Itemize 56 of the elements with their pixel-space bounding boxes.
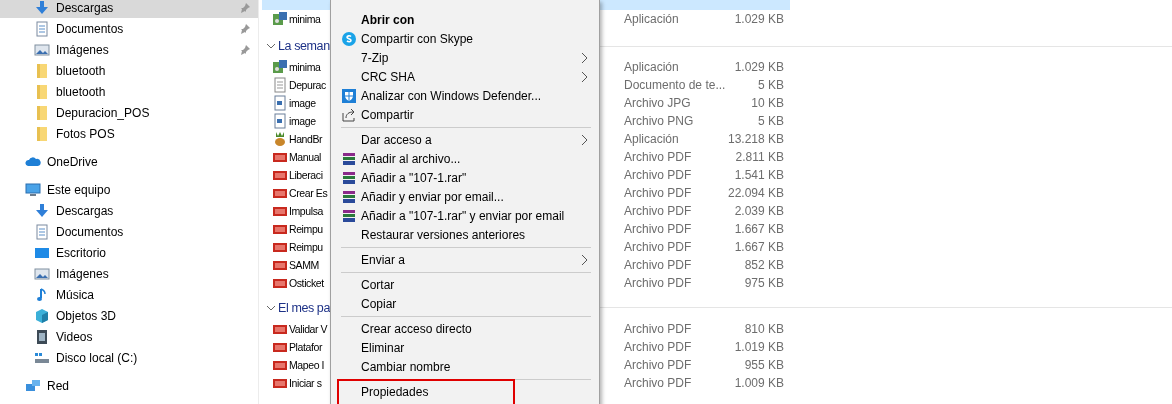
- file-size: 1.667 KB: [733, 222, 784, 236]
- file-size: 1.029 KB: [733, 60, 784, 74]
- file-name: Liberaci: [288, 169, 324, 181]
- file-size: 1.667 KB: [733, 240, 784, 254]
- file-size: 10 KB: [750, 96, 784, 110]
- file-type: Archivo PDF: [624, 186, 693, 200]
- file-size: 13.218 KB: [728, 132, 784, 146]
- file-name: Validar V: [288, 323, 329, 335]
- file-name: Impulsa: [288, 205, 325, 217]
- file-name: Platafor: [288, 341, 324, 353]
- group-header: El mes pa: [277, 300, 330, 315]
- file-type: Aplicación: [624, 60, 680, 74]
- file-size: 955 KB: [743, 358, 784, 372]
- file-type: Archivo PDF: [624, 376, 693, 390]
- file-type: Archivo PDF: [624, 276, 693, 290]
- file-type: Documento de te...: [624, 78, 727, 92]
- file-name: Reimpu: [288, 241, 324, 253]
- file-name: HandBr: [288, 133, 324, 145]
- file-name: image: [288, 97, 317, 109]
- file-type: Archivo PDF: [624, 222, 693, 236]
- file-name: minima: [288, 61, 322, 73]
- file-type: Archivo PNG: [624, 114, 695, 128]
- file-name: Depurac: [288, 79, 327, 91]
- file-type: Archivo PDF: [624, 358, 693, 372]
- file-size: 1.029 KB: [733, 12, 784, 26]
- file-size: 1.541 KB: [733, 168, 784, 182]
- file-type: Archivo PDF: [624, 340, 693, 354]
- file-size: 852 KB: [743, 258, 784, 272]
- file-name: Crear Es: [288, 187, 329, 199]
- file-size: 1.009 KB: [733, 376, 784, 390]
- file-size: 5 KB: [757, 78, 784, 92]
- file-name: Reimpu: [288, 223, 324, 235]
- file-size: 5 KB: [757, 114, 784, 128]
- file-name: image: [288, 115, 317, 127]
- file-size: 1.019 KB: [733, 340, 784, 354]
- file-size: 975 KB: [743, 276, 784, 290]
- file-size: 2.811 KB: [734, 150, 784, 164]
- file-name: minima: [288, 13, 322, 25]
- file-type: Aplicación: [624, 12, 680, 26]
- file-name: Iniciar s: [288, 377, 323, 389]
- file-type: Archivo JPG: [624, 96, 692, 110]
- file-name: Osticket: [288, 277, 325, 289]
- file-name: Mapeo I: [288, 359, 326, 371]
- file-size: 22.094 KB: [728, 186, 784, 200]
- file-type: Archivo PDF: [624, 258, 693, 272]
- file-type: Aplicación: [624, 132, 680, 146]
- file-size: 2.039 KB: [733, 204, 784, 218]
- file-type: Archivo PDF: [624, 322, 693, 336]
- file-type: Archivo PDF: [624, 204, 693, 218]
- file-type: Archivo PDF: [624, 168, 693, 182]
- file-name: SAMM: [288, 259, 320, 271]
- file-name: Manual: [288, 151, 323, 163]
- file-type: Archivo PDF: [624, 150, 693, 164]
- file-size: 810 KB: [743, 322, 784, 336]
- file-type: Archivo PDF: [624, 240, 693, 254]
- group-header: La seman: [277, 39, 330, 53]
